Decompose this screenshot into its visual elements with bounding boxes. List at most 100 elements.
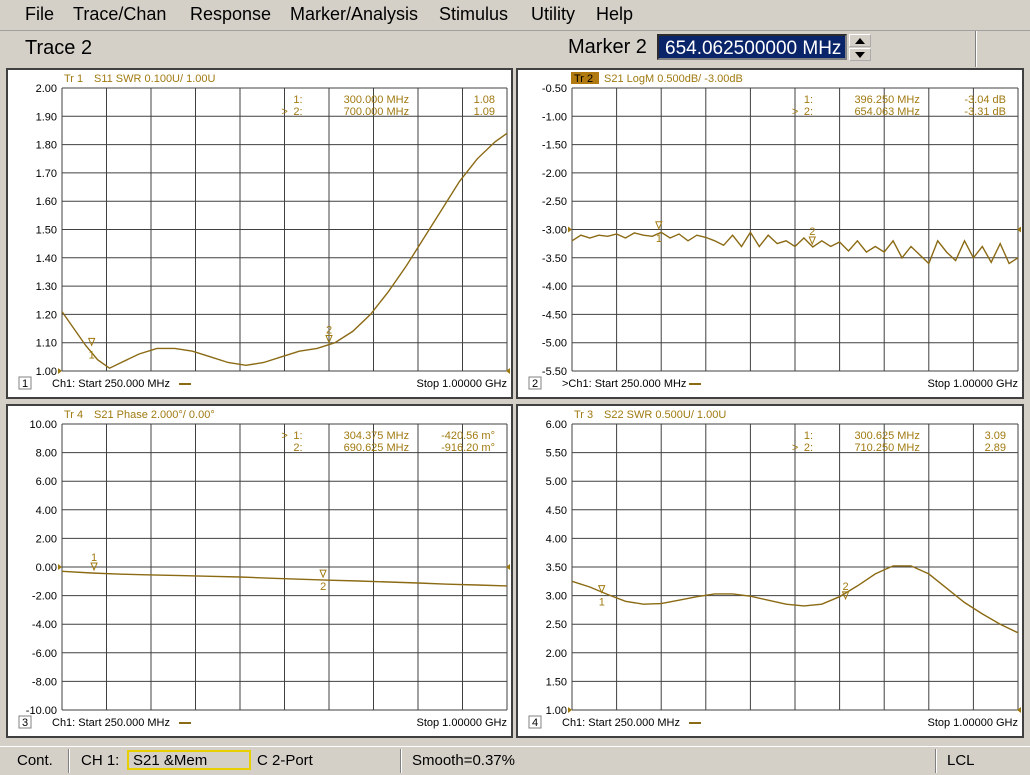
y-tick-label: -1.00 xyxy=(542,111,567,123)
y-tick-label: 4.00 xyxy=(546,533,567,545)
y-tick-label: -4.00 xyxy=(542,281,567,293)
active-marker-indicator: > xyxy=(281,106,287,118)
marker-number: 1: xyxy=(293,94,302,106)
active-entry-bar: Trace 2 Marker 2 654.062500000 MHz xyxy=(0,31,1030,67)
marker-label: 1 xyxy=(89,349,95,361)
y-tick-label: 3.00 xyxy=(546,591,567,603)
status-smoothing[interactable]: Smooth=0.37% xyxy=(412,752,515,769)
marker-label: 2 xyxy=(320,581,326,593)
y-tick-label: 1.30 xyxy=(36,281,57,293)
y-tick-label: 1.80 xyxy=(36,140,57,152)
y-tick-label: 10.00 xyxy=(29,419,57,431)
marker-frequency: 300.000 MHz xyxy=(344,94,409,106)
trace-tag: Tr 4 xyxy=(64,409,83,421)
y-tick-label: 1.40 xyxy=(36,253,57,265)
reference-arrow-left xyxy=(58,564,62,570)
divider xyxy=(68,749,70,773)
menu-marker-analysis[interactable]: Marker/Analysis xyxy=(290,4,418,25)
marker-frequency: 304.375 MHz xyxy=(344,430,409,442)
marker-frequency: 654.063 MHz xyxy=(854,106,919,118)
trace-header: S11 SWR 0.100U/ 1.00U xyxy=(94,73,216,85)
marker-frequency: 396.250 MHz xyxy=(854,94,919,106)
stop-frequency: Stop 1.00000 GHz xyxy=(416,717,507,729)
marker-number: 2: xyxy=(804,106,813,118)
reference-arrow-left xyxy=(568,707,572,713)
y-tick-label: -4.00 xyxy=(32,619,57,631)
marker-label: Marker 2 xyxy=(568,36,647,58)
marker-triangle xyxy=(808,236,817,246)
trace-tag: Tr 2 xyxy=(574,73,593,85)
y-tick-label: 5.50 xyxy=(546,448,567,460)
marker-value: 2.89 xyxy=(985,442,1006,454)
chart-svg: Tr 1 S11 SWR 0.100U/ 1.00U 2.00 1.90 1.80 1.7… xyxy=(18,73,510,390)
menu-help[interactable]: Help xyxy=(596,4,633,25)
y-tick-label: 6.00 xyxy=(36,476,57,488)
y-tick-label: 0.00 xyxy=(36,562,57,574)
y-tick-label: -3.50 xyxy=(542,253,567,265)
status-sweep-mode[interactable]: Cont. xyxy=(17,752,53,769)
y-tick-label: -1.50 xyxy=(542,140,567,152)
y-tick-label: -6.00 xyxy=(32,648,57,660)
start-frequency: >Ch1: Start 250.000 MHz xyxy=(562,378,686,390)
window-number: 3 xyxy=(22,717,28,729)
y-tick-label: -3.00 xyxy=(542,225,567,237)
y-tick-label: 1.90 xyxy=(36,111,57,123)
chart-svg: Tr 2 S21 LogM 0.500dB/ -3.00dB -0.50 -1.00 -… xyxy=(528,72,1021,390)
status-calibration[interactable]: C 2-Port xyxy=(257,752,313,769)
y-tick-label: -2.00 xyxy=(542,168,567,180)
menu-response[interactable]: Response xyxy=(190,4,271,25)
reference-arrow-left xyxy=(58,368,62,374)
marker-label: 1 xyxy=(656,233,662,245)
menu-bar: File Trace/Chan Response Marker/Analysis… xyxy=(0,0,1030,31)
chevron-up-icon xyxy=(855,38,865,44)
y-tick-label: 2.00 xyxy=(546,648,567,660)
chart-svg: Tr 3 S22 SWR 0.500U/ 1.00U 6.00 5.50 5.00 4.5… xyxy=(528,409,1021,729)
y-tick-label: 4.50 xyxy=(546,505,567,517)
y-tick-label: 8.00 xyxy=(36,448,57,460)
menu-trace-chan[interactable]: Trace/Chan xyxy=(73,4,166,25)
stop-frequency: Stop 1.00000 GHz xyxy=(416,378,507,390)
start-frequency: Ch1: Start 250.000 MHz xyxy=(52,717,170,729)
marker-frequency: 710.250 MHz xyxy=(854,442,919,454)
y-tick-label: 1.10 xyxy=(36,338,57,350)
chart-window-1[interactable]: Tr 1 S11 SWR 0.100U/ 1.00U 2.00 1.90 1.80 1.7… xyxy=(6,68,513,399)
marker-label: 2 xyxy=(843,581,849,593)
chart-window-2[interactable]: Tr 2 S21 LogM 0.500dB/ -3.00dB -0.50 -1.00 -… xyxy=(516,68,1024,399)
status-measurement: S21 &Mem xyxy=(133,752,208,769)
marker-frequency-input[interactable]: 654.062500000 MHz xyxy=(657,34,847,60)
stop-frequency: Stop 1.00000 GHz xyxy=(927,717,1018,729)
trace-tag: Tr 1 xyxy=(64,73,83,85)
y-tick-label: 1.70 xyxy=(36,168,57,180)
marker-frequency: 690.625 MHz xyxy=(344,442,409,454)
marker-spinner[interactable] xyxy=(849,34,871,62)
trace-header: S21 Phase 2.000°/ 0.00° xyxy=(94,409,215,421)
chart-window-3[interactable]: Tr 4 S21 Phase 2.000°/ 0.00° 10.00 8.00 6.00… xyxy=(6,404,513,738)
y-tick-label: 1.50 xyxy=(36,225,57,237)
marker-label: 2 xyxy=(809,226,815,238)
active-marker-indicator: > xyxy=(281,430,287,442)
marker-value: -3.31 dB xyxy=(964,106,1006,118)
start-frequency: Ch1: Start 250.000 MHz xyxy=(562,717,680,729)
y-tick-label: 5.00 xyxy=(546,476,567,488)
marker-value: -916.20 m° xyxy=(441,442,495,454)
status-lcl: LCL xyxy=(947,752,975,769)
chevron-down-icon xyxy=(855,52,865,58)
spin-up-button[interactable] xyxy=(849,34,871,47)
marker-triangle xyxy=(87,337,96,347)
marker-number: 2: xyxy=(804,442,813,454)
menu-file[interactable]: File xyxy=(25,4,54,25)
menu-stimulus[interactable]: Stimulus xyxy=(439,4,508,25)
y-tick-label: 3.50 xyxy=(546,562,567,574)
marker-value: 3.09 xyxy=(985,430,1006,442)
y-tick-label: 1.60 xyxy=(36,196,57,208)
y-tick-label: -2.00 xyxy=(32,591,57,603)
y-tick-label: -2.50 xyxy=(542,196,567,208)
y-tick-label: -5.00 xyxy=(542,338,567,350)
chart-window-4[interactable]: Tr 3 S22 SWR 0.500U/ 1.00U 6.00 5.50 5.00 4.5… xyxy=(516,404,1024,738)
y-tick-label: 2.00 xyxy=(36,83,57,95)
marker-number: 1: xyxy=(293,430,302,442)
trace-tag: Tr 3 xyxy=(574,409,593,421)
menu-utility[interactable]: Utility xyxy=(531,4,575,25)
reference-arrow-left xyxy=(568,226,572,233)
spin-down-button[interactable] xyxy=(849,48,871,61)
